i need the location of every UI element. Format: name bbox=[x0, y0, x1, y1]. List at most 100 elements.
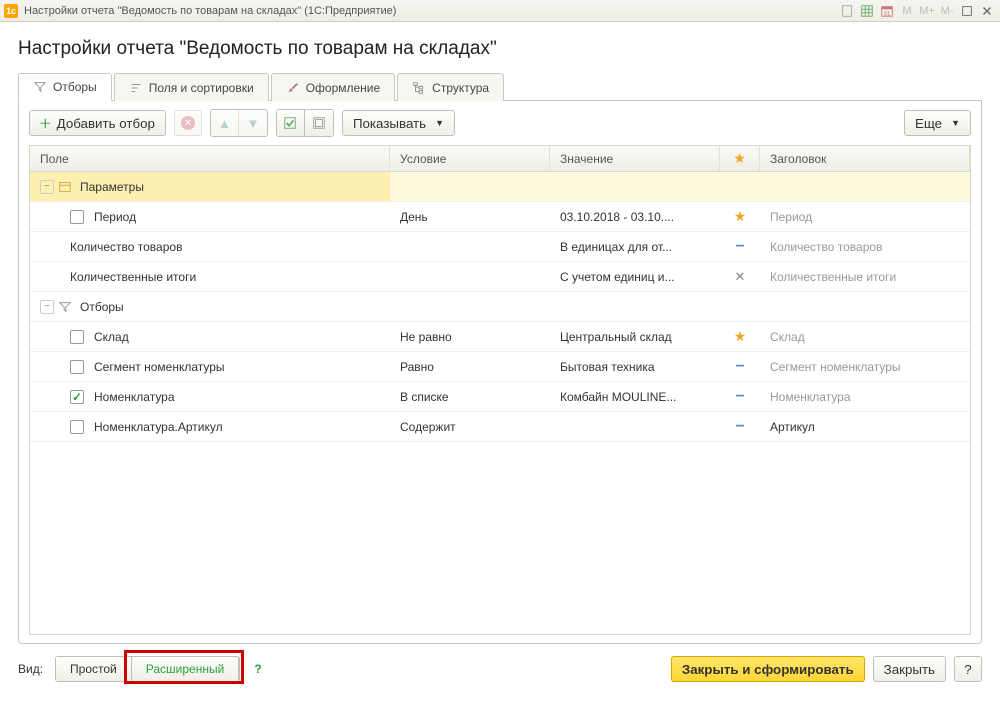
field-cell[interactable]: Номенклатура.Артикул bbox=[30, 412, 390, 441]
mark-cell[interactable]: ✕ bbox=[720, 262, 760, 291]
view-simple-button[interactable]: Простой bbox=[56, 657, 132, 681]
grid-group-row[interactable]: −Отборы bbox=[30, 292, 970, 322]
condition-cell[interactable]: День bbox=[390, 202, 550, 231]
value-cell[interactable] bbox=[550, 292, 720, 321]
condition-cell[interactable] bbox=[390, 262, 550, 291]
view-advanced-button[interactable]: Расширенный bbox=[132, 657, 240, 681]
title-cell[interactable]: Склад bbox=[760, 322, 970, 351]
field-cell[interactable]: Период bbox=[30, 202, 390, 231]
condition-cell[interactable] bbox=[390, 232, 550, 261]
col-value[interactable]: Значение bbox=[550, 146, 720, 171]
title-cell[interactable]: Количественные итоги bbox=[760, 262, 970, 291]
title-cell[interactable]: Сегмент номенклатуры bbox=[760, 352, 970, 381]
tab-appearance[interactable]: Оформление bbox=[271, 73, 395, 101]
add-filter-button[interactable]: 🞢 Добавить отбор bbox=[29, 110, 166, 136]
title-cell[interactable]: Количество товаров bbox=[760, 232, 970, 261]
value-cell[interactable]: В единицах для от... bbox=[550, 232, 720, 261]
mark-cell[interactable]: ★ bbox=[720, 322, 760, 351]
row-checkbox[interactable] bbox=[70, 330, 84, 344]
minimize-icon[interactable] bbox=[958, 3, 976, 19]
tab-structure[interactable]: Структура bbox=[397, 73, 504, 101]
grid-row[interactable]: НоменклатураВ спискеКомбайн MOULINE...−Н… bbox=[30, 382, 970, 412]
grid-row[interactable]: Количество товаровВ единицах для от...−К… bbox=[30, 232, 970, 262]
field-cell[interactable]: −Отборы bbox=[30, 292, 390, 321]
value-cell[interactable]: Центральный склад bbox=[550, 322, 720, 351]
title-cell[interactable] bbox=[760, 292, 970, 321]
condition-cell[interactable]: Равно bbox=[390, 352, 550, 381]
grid-body: −ПараметрыПериодДень03.10.2018 - 03.10..… bbox=[30, 172, 970, 442]
grid-row[interactable]: ПериодДень03.10.2018 - 03.10....★Период bbox=[30, 202, 970, 232]
grid-row[interactable]: Количественные итоги С учетом единиц и...… bbox=[30, 262, 970, 292]
row-checkbox[interactable] bbox=[70, 390, 84, 404]
close-icon[interactable] bbox=[978, 3, 996, 19]
value-cell[interactable]: Бытовая техника bbox=[550, 352, 720, 381]
col-title[interactable]: Заголовок bbox=[760, 146, 970, 171]
value-cell[interactable] bbox=[550, 172, 720, 201]
value-cell[interactable]: С учетом единиц и... bbox=[550, 262, 720, 291]
col-condition[interactable]: Условие bbox=[390, 146, 550, 171]
title-cell[interactable]: Артикул bbox=[760, 412, 970, 441]
toolbar-m-icon[interactable]: M bbox=[898, 3, 916, 19]
value-cell[interactable]: Комбайн MOULINE... bbox=[550, 382, 720, 411]
field-cell[interactable]: Количественные итоги bbox=[30, 262, 390, 291]
dash-icon: − bbox=[735, 358, 744, 376]
tree-toggle-icon[interactable]: − bbox=[40, 300, 54, 314]
field-cell[interactable]: Количество товаров bbox=[30, 232, 390, 261]
toolbar-calendar-icon[interactable]: 31 bbox=[878, 3, 896, 19]
title-cell[interactable] bbox=[760, 172, 970, 201]
row-checkbox[interactable] bbox=[70, 210, 84, 224]
uncheck-all-button[interactable] bbox=[305, 110, 333, 136]
help-button[interactable]: ? bbox=[954, 656, 982, 682]
row-checkbox[interactable] bbox=[70, 420, 84, 434]
tab-filters[interactable]: Отборы bbox=[18, 73, 112, 101]
sort-icon bbox=[129, 81, 143, 95]
close-button[interactable]: Закрыть bbox=[873, 656, 946, 682]
button-label: Добавить отбор bbox=[57, 116, 155, 131]
field-cell[interactable]: −Параметры bbox=[30, 172, 390, 201]
condition-cell[interactable]: Не равно bbox=[390, 322, 550, 351]
grid-row[interactable]: СкладНе равноЦентральный склад★Склад bbox=[30, 322, 970, 352]
show-dropdown[interactable]: Показывать ▼ bbox=[342, 110, 455, 136]
condition-cell[interactable] bbox=[390, 172, 550, 201]
move-up-button[interactable]: ▲ bbox=[211, 110, 239, 136]
grid-group-row[interactable]: −Параметры bbox=[30, 172, 970, 202]
delete-button[interactable]: ✕ bbox=[174, 110, 202, 136]
col-star[interactable]: ★ bbox=[720, 146, 760, 171]
field-cell[interactable]: Сегмент номенклатуры bbox=[30, 352, 390, 381]
toolbar-doc-icon[interactable] bbox=[838, 3, 856, 19]
value-cell[interactable]: 03.10.2018 - 03.10.... bbox=[550, 202, 720, 231]
mark-cell[interactable]: − bbox=[720, 412, 760, 441]
mark-cell[interactable]: − bbox=[720, 382, 760, 411]
condition-cell[interactable] bbox=[390, 292, 550, 321]
uncheck-all-icon bbox=[312, 116, 326, 130]
mark-cell[interactable]: − bbox=[720, 232, 760, 261]
field-cell[interactable]: Склад bbox=[30, 322, 390, 351]
move-group: ▲ ▼ bbox=[210, 109, 268, 137]
help-link[interactable]: ? bbox=[254, 662, 261, 676]
mark-cell[interactable] bbox=[720, 292, 760, 321]
tree-toggle-icon[interactable]: − bbox=[40, 180, 54, 194]
col-field[interactable]: Поле bbox=[30, 146, 390, 171]
row-checkbox[interactable] bbox=[70, 360, 84, 374]
grid-row[interactable]: Номенклатура.АртикулСодержит −Артикул bbox=[30, 412, 970, 442]
move-down-button[interactable]: ▼ bbox=[239, 110, 267, 136]
more-button[interactable]: Еще ▼ bbox=[904, 110, 971, 136]
mark-cell[interactable] bbox=[720, 172, 760, 201]
check-all-button[interactable] bbox=[277, 110, 305, 136]
toolbar-m-plus-icon[interactable]: M+ bbox=[918, 3, 936, 19]
field-cell[interactable]: Номенклатура bbox=[30, 382, 390, 411]
title-cell[interactable]: Период bbox=[760, 202, 970, 231]
mark-cell[interactable]: − bbox=[720, 352, 760, 381]
tab-fields[interactable]: Поля и сортировки bbox=[114, 73, 269, 101]
condition-cell[interactable]: В списке bbox=[390, 382, 550, 411]
close-and-form-button[interactable]: Закрыть и сформировать bbox=[671, 656, 865, 682]
title-cell[interactable]: Номенклатура bbox=[760, 382, 970, 411]
mark-cell[interactable]: ★ bbox=[720, 202, 760, 231]
params-icon bbox=[58, 180, 72, 194]
toolbar-calc-icon[interactable] bbox=[858, 3, 876, 19]
grid-row[interactable]: Сегмент номенклатурыРавноБытовая техника… bbox=[30, 352, 970, 382]
tab-bar: Отборы Поля и сортировки Оформление Стру… bbox=[18, 72, 982, 101]
value-cell[interactable] bbox=[550, 412, 720, 441]
condition-cell[interactable]: Содержит bbox=[390, 412, 550, 441]
toolbar-m-minus-icon[interactable]: M- bbox=[938, 3, 956, 19]
